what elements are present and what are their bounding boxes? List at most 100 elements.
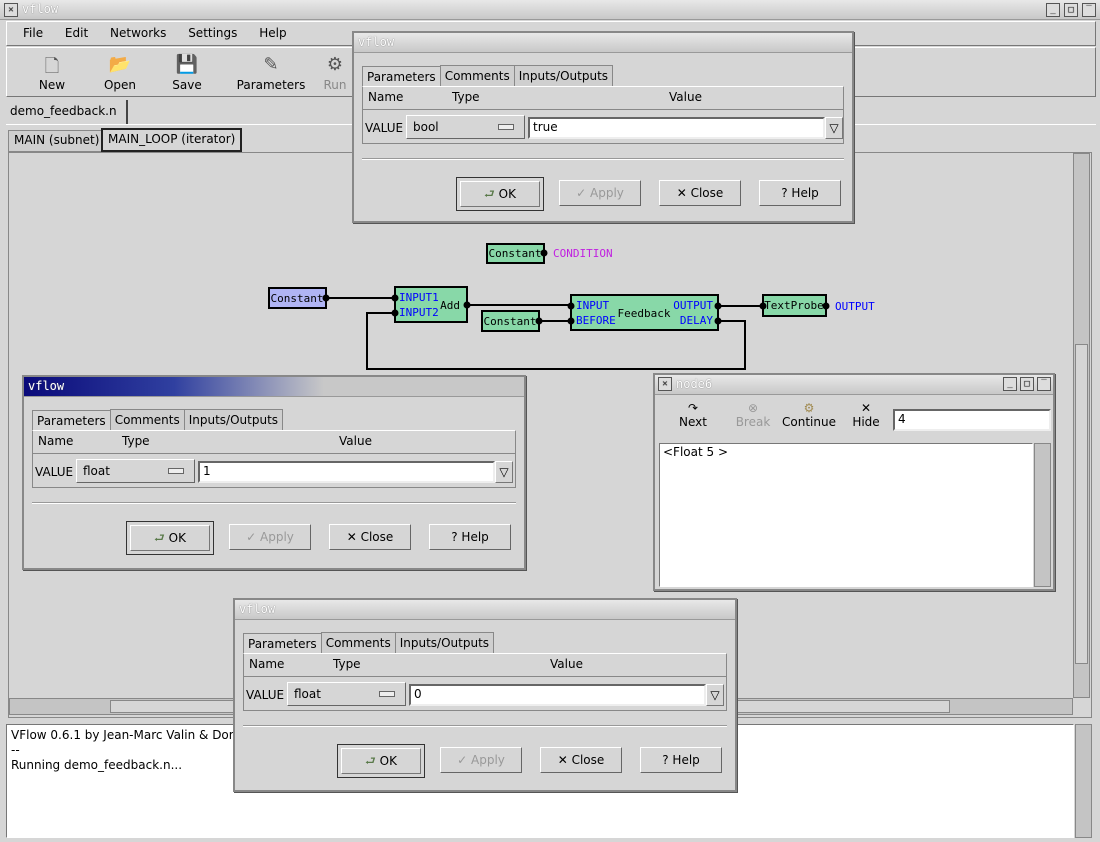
port-dot[interactable] bbox=[540, 249, 548, 257]
value-dropdown-button[interactable]: ▽ bbox=[825, 117, 843, 139]
port-dot[interactable] bbox=[567, 317, 575, 325]
save-button[interactable]: 💾 Save bbox=[157, 54, 217, 92]
port-dot[interactable] bbox=[463, 301, 471, 309]
type-select[interactable]: bool bbox=[406, 115, 525, 139]
open-button[interactable]: 📂 Open bbox=[90, 54, 150, 92]
value-input[interactable]: 1 bbox=[198, 461, 495, 483]
tab-main-loop[interactable]: MAIN_LOOP (iterator) bbox=[101, 128, 243, 152]
hide-button[interactable]: ✕ Hide bbox=[841, 401, 891, 429]
value-header: Value bbox=[550, 657, 583, 671]
apply-button[interactable]: ✓ Apply bbox=[229, 524, 311, 550]
maximize-button[interactable]: □ bbox=[1064, 3, 1078, 17]
tab-inputs-outputs[interactable]: Inputs/Outputs bbox=[183, 409, 284, 430]
tab-parameters[interactable]: Parameters bbox=[362, 66, 441, 87]
ok-icon: ⮐ bbox=[154, 531, 165, 545]
x-icon: ✕ bbox=[860, 401, 872, 415]
close-button[interactable]: ✕ Close bbox=[659, 180, 741, 206]
menu-networks[interactable]: Networks bbox=[110, 26, 166, 40]
output-label: OUTPUT bbox=[835, 300, 875, 313]
port-dot[interactable] bbox=[567, 302, 575, 310]
tab-main-subnet[interactable]: MAIN (subnet) bbox=[8, 130, 106, 152]
tab-comments[interactable]: Comments bbox=[109, 409, 185, 430]
gears-icon: ⚙ bbox=[803, 401, 815, 415]
value-dropdown-button[interactable]: ▽ bbox=[495, 461, 513, 483]
port-dot[interactable] bbox=[391, 309, 399, 317]
port-dot[interactable] bbox=[322, 294, 330, 302]
value-input[interactable]: 0 bbox=[409, 684, 706, 706]
maximize-button[interactable]: □ bbox=[1020, 377, 1034, 391]
help-button[interactable]: ? Help bbox=[759, 180, 841, 206]
menu-help[interactable]: Help bbox=[259, 26, 286, 40]
port-dot[interactable] bbox=[759, 302, 767, 310]
tab-comments[interactable]: Comments bbox=[320, 632, 396, 653]
name-header: Name bbox=[368, 90, 404, 104]
port-label: OUTPUT bbox=[673, 299, 713, 312]
close-label: Close bbox=[690, 186, 724, 200]
minimize-button[interactable]: _ bbox=[1003, 377, 1017, 391]
param-name: VALUE bbox=[246, 688, 285, 702]
port-dot[interactable] bbox=[391, 294, 399, 302]
probe-scrollbar[interactable] bbox=[1034, 443, 1051, 587]
hide-label: Hide bbox=[852, 415, 880, 429]
shade-button[interactable]: ‾ bbox=[1037, 377, 1051, 391]
option-menu-indicator-icon bbox=[168, 468, 184, 474]
type-header: Type bbox=[122, 434, 150, 448]
new-button[interactable]: 🗋 New bbox=[22, 54, 82, 92]
close-icon[interactable]: ✕ bbox=[658, 377, 672, 391]
menu-edit[interactable]: Edit bbox=[65, 26, 88, 40]
port-label: BEFORE bbox=[576, 314, 616, 327]
continue-button[interactable]: ⚙ Continue bbox=[781, 401, 837, 429]
tab-comments[interactable]: Comments bbox=[439, 65, 515, 86]
file-tab[interactable]: demo_feedback.n bbox=[6, 100, 128, 125]
question-icon: ? bbox=[451, 530, 458, 544]
vertical-scrollbar[interactable] bbox=[1073, 153, 1090, 698]
window-title: vflow bbox=[22, 2, 59, 16]
parameters-button[interactable]: ✎ Parameters bbox=[236, 54, 306, 92]
port-dot[interactable] bbox=[822, 302, 830, 310]
probe-title: node6 bbox=[676, 377, 713, 391]
apply-button[interactable]: ✓ Apply bbox=[559, 180, 641, 206]
port-dot[interactable] bbox=[714, 302, 722, 310]
ok-label: OK bbox=[379, 754, 397, 768]
dialog-title: vflow bbox=[28, 379, 65, 393]
port-dot[interactable] bbox=[714, 317, 722, 325]
value-input[interactable]: true bbox=[528, 117, 825, 139]
next-button[interactable]: ↷ Next bbox=[663, 401, 723, 429]
ok-button[interactable]: ⮐ OK bbox=[337, 744, 425, 778]
tab-inputs-outputs[interactable]: Inputs/Outputs bbox=[513, 65, 614, 86]
value-dropdown-button[interactable]: ▽ bbox=[706, 684, 724, 706]
parameter-dialog: vflow Parameters Comments Inputs/Outputs N… bbox=[22, 375, 526, 570]
node-label: Feedback bbox=[618, 307, 671, 320]
minimize-button[interactable]: _ bbox=[1046, 3, 1060, 17]
apply-button[interactable]: ✓ Apply bbox=[440, 747, 522, 773]
shade-button[interactable]: ‾ bbox=[1082, 3, 1096, 17]
tab-parameters[interactable]: Parameters bbox=[243, 633, 322, 654]
type-select[interactable]: float bbox=[287, 682, 406, 706]
iteration-count-input[interactable]: 4 bbox=[893, 409, 1051, 431]
question-icon: ? bbox=[781, 186, 788, 200]
parameters-icon: ✎ bbox=[263, 54, 279, 75]
port-label: INPUT1 bbox=[399, 291, 439, 304]
run-button[interactable]: ⚙ Run bbox=[315, 54, 355, 92]
help-button[interactable]: ? Help bbox=[429, 524, 511, 550]
menu-file[interactable]: File bbox=[23, 26, 43, 40]
log-scrollbar[interactable] bbox=[1075, 724, 1092, 838]
gears-icon: ⚙ bbox=[326, 54, 344, 75]
node-label: Constant bbox=[271, 292, 324, 305]
tab-inputs-outputs[interactable]: Inputs/Outputs bbox=[394, 632, 495, 653]
close-button[interactable]: ✕ Close bbox=[329, 524, 411, 550]
menu-settings[interactable]: Settings bbox=[188, 26, 237, 40]
break-button[interactable]: ⊗ Break bbox=[723, 401, 783, 429]
help-button[interactable]: ? Help bbox=[640, 747, 722, 773]
value-header: Value bbox=[669, 90, 702, 104]
ok-button[interactable]: ⮐ OK bbox=[126, 521, 214, 555]
ok-button[interactable]: ⮐ OK bbox=[456, 177, 544, 211]
port-dot[interactable] bbox=[535, 317, 543, 325]
tab-parameters[interactable]: Parameters bbox=[32, 410, 111, 431]
type-select[interactable]: float bbox=[76, 459, 195, 483]
apply-label: Apply bbox=[471, 753, 505, 767]
parameter-table: Name Type Value VALUE bool true ▽ bbox=[362, 86, 844, 144]
close-button[interactable]: ✕ Close bbox=[540, 747, 622, 773]
parameter-table: Name Type Value VALUE float 1 ▽ bbox=[32, 430, 516, 488]
close-icon[interactable]: ✕ bbox=[4, 3, 18, 17]
